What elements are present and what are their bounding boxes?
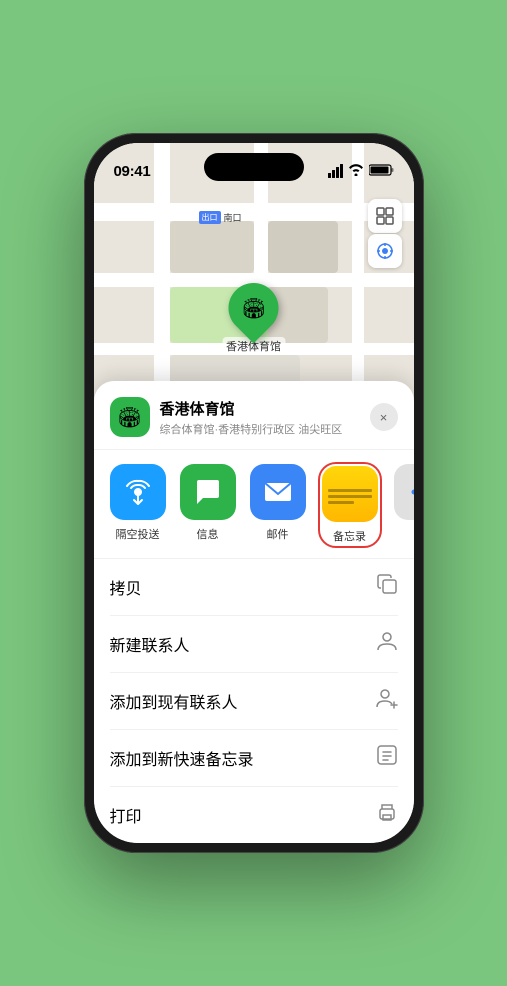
map-view-toggle[interactable]	[368, 199, 402, 233]
action-add-existing[interactable]: 添加到现有联系人	[110, 673, 398, 730]
share-item-notes[interactable]: 备忘录	[320, 464, 380, 546]
action-new-contact-label: 新建联系人	[110, 632, 190, 656]
dynamic-island	[204, 153, 304, 181]
pin-inner-icon: 🏟	[241, 296, 266, 321]
map-controls	[368, 199, 402, 268]
map-exit-badge: 出口	[199, 211, 221, 224]
action-copy-label: 拷贝	[110, 575, 142, 599]
action-print-label: 打印	[110, 803, 142, 827]
share-item-more[interactable]: 推	[394, 464, 414, 546]
venue-info: 香港体育馆 综合体育馆·香港特别行政区 油尖旺区	[160, 398, 370, 437]
mail-icon	[250, 464, 306, 520]
status-time: 09:41	[114, 163, 151, 180]
mail-label: 邮件	[267, 526, 289, 542]
messages-label: 信息	[197, 526, 219, 542]
new-contact-icon	[376, 630, 398, 658]
airdrop-icon	[110, 464, 166, 520]
map-label-text: 南口	[224, 211, 242, 224]
wifi-icon	[348, 164, 364, 179]
action-add-existing-label: 添加到现有联系人	[110, 689, 238, 713]
action-print[interactable]: 打印	[110, 787, 398, 843]
share-item-mail[interactable]: 邮件	[250, 464, 306, 546]
more-icon	[394, 464, 414, 520]
phone-screen: 09:41	[94, 143, 414, 843]
map-pin: 🏟 香港体育馆	[222, 283, 285, 355]
phone-frame: 09:41	[84, 133, 424, 853]
venue-icon: 🏟	[110, 397, 150, 437]
venue-desc: 综合体育馆·香港特别行政区 油尖旺区	[160, 421, 370, 437]
battery-icon	[369, 164, 394, 179]
action-new-contact[interactable]: 新建联系人	[110, 616, 398, 673]
action-list: 拷贝 新建联系人	[94, 559, 414, 843]
quick-note-icon	[376, 744, 398, 772]
share-row: 隔空投送 信息	[94, 450, 414, 559]
add-contact-icon	[376, 687, 398, 715]
notes-label: 备忘录	[333, 528, 366, 544]
location-button[interactable]	[368, 234, 402, 268]
print-icon	[376, 801, 398, 829]
bottom-sheet: 🏟 香港体育馆 综合体育馆·香港特别行政区 油尖旺区 ×	[94, 381, 414, 843]
close-button[interactable]: ×	[370, 403, 398, 431]
notes-icon	[322, 466, 378, 522]
status-icons	[328, 164, 394, 179]
map-label: 出口 南口	[199, 211, 242, 224]
venue-header: 🏟 香港体育馆 综合体育馆·香港特别行政区 油尖旺区 ×	[94, 381, 414, 450]
pin-circle: 🏟	[218, 273, 289, 344]
action-copy[interactable]: 拷贝	[110, 559, 398, 616]
signal-icon	[328, 164, 343, 178]
airdrop-label: 隔空投送	[116, 526, 160, 542]
messages-icon	[180, 464, 236, 520]
action-quick-note-label: 添加到新快速备忘录	[110, 746, 254, 770]
share-item-messages[interactable]: 信息	[180, 464, 236, 546]
action-quick-note[interactable]: 添加到新快速备忘录	[110, 730, 398, 787]
share-item-airdrop[interactable]: 隔空投送	[110, 464, 166, 546]
venue-name: 香港体育馆	[160, 398, 370, 419]
copy-icon	[376, 573, 398, 601]
